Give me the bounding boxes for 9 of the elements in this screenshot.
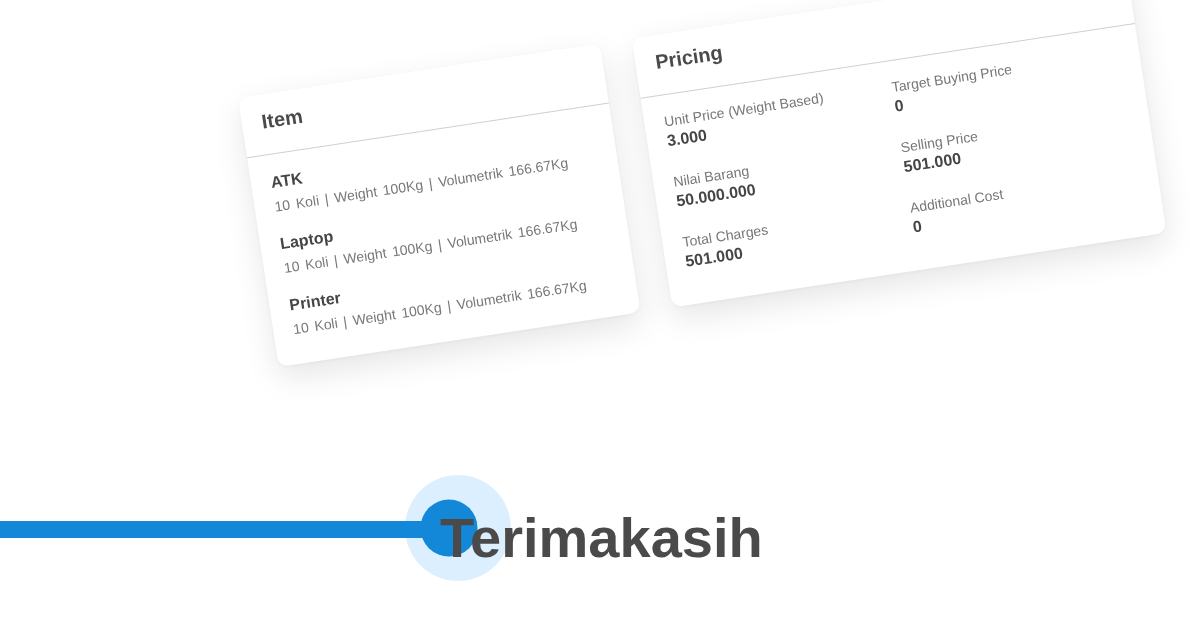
item-name: ATK <box>269 168 304 193</box>
field-label: Target Buying Price <box>890 60 1014 96</box>
card-title: Item <box>260 103 305 134</box>
field-label: Additional Cost <box>908 184 1005 217</box>
card-title: Pricing <box>653 40 725 75</box>
item-name: Printer <box>288 288 343 316</box>
item-name: Laptop <box>278 226 335 255</box>
field-value: 0 <box>893 95 905 117</box>
field-value: 0 <box>911 216 924 238</box>
